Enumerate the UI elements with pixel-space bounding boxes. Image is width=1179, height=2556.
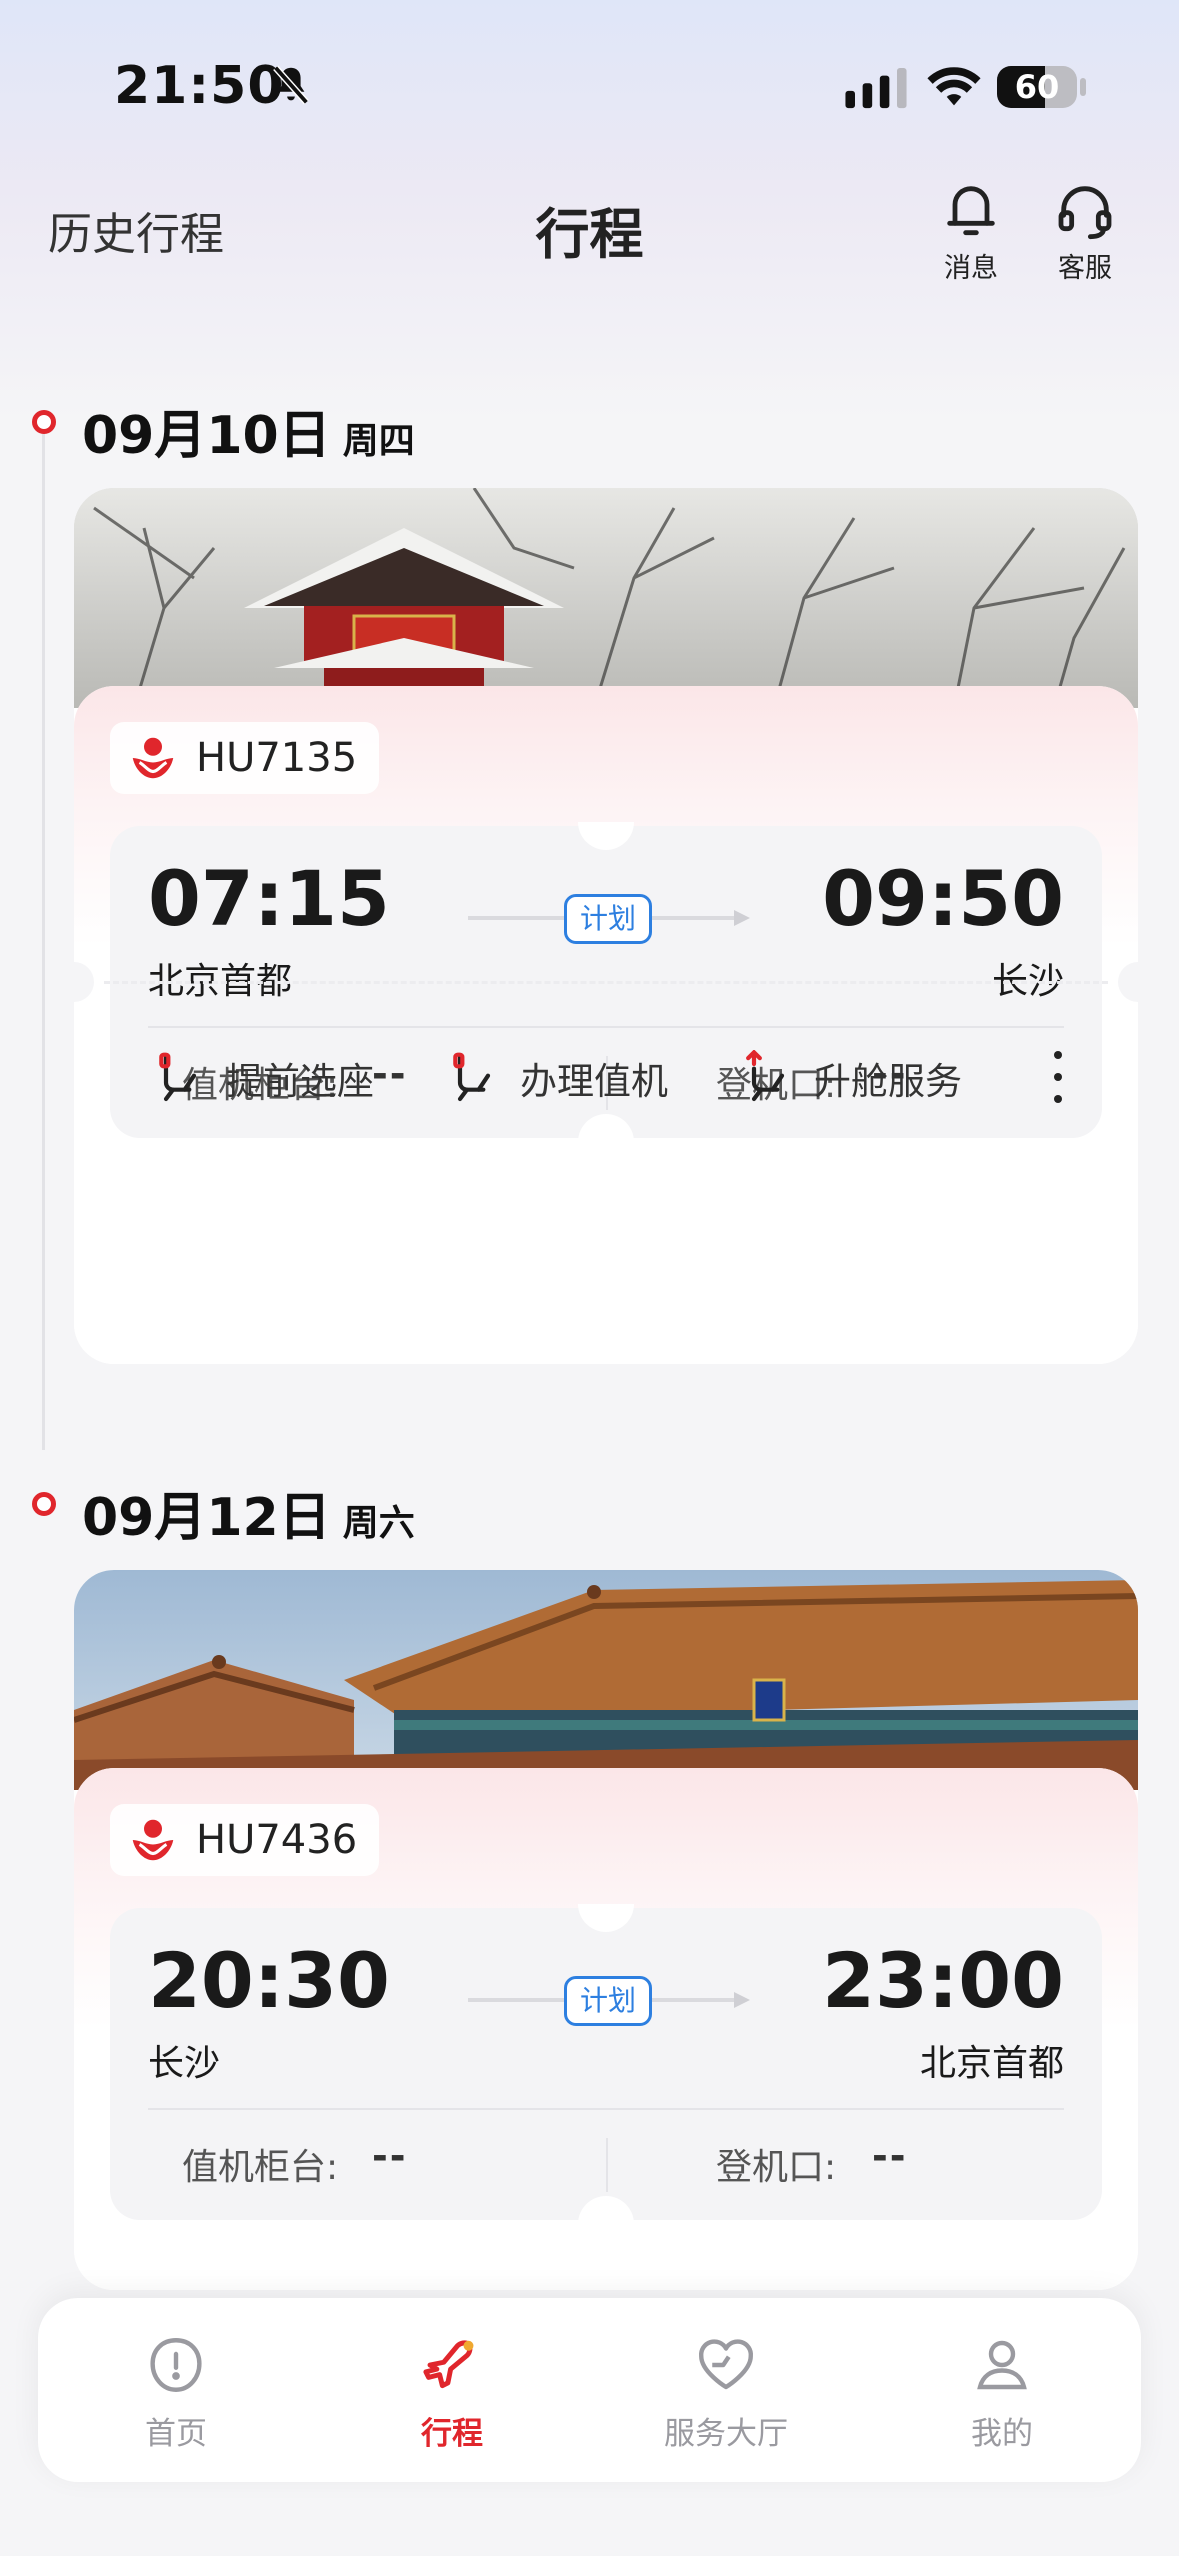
timeline-line xyxy=(42,430,45,1450)
tab-profile-label: 我的 xyxy=(971,2416,1033,2452)
status-time: 21:50 xyxy=(114,56,285,116)
messages-button[interactable]: 消息 xyxy=(916,170,1026,290)
ticket-notch xyxy=(578,822,634,850)
trip-date-day: 09月12日 xyxy=(82,1488,331,1548)
route-arrow-icon xyxy=(734,910,750,926)
battery-icon: 60 xyxy=(997,66,1077,108)
seat-icon xyxy=(159,1052,197,1102)
flight-status-badge: 计划 xyxy=(564,894,652,944)
trip-card-body: HU7135 07:15 09:50 计划 北京首都 长沙 值机柜台: -- 登… xyxy=(74,686,1138,1364)
divider xyxy=(148,1026,1064,1028)
checkin-label: 办理值机 xyxy=(520,1060,668,1103)
home-icon xyxy=(150,2338,202,2392)
messages-label: 消息 xyxy=(944,253,998,284)
trip-date: 09月12日 周六 xyxy=(82,1475,415,1550)
service-label: 客服 xyxy=(1058,253,1112,284)
destination-photo-snow-pavilion xyxy=(74,488,1138,708)
more-options-icon[interactable] xyxy=(1048,1051,1068,1111)
trip-card-body: HU7436 20:30 23:00 计划 长沙 北京首都 值机柜台: -- 登… xyxy=(74,1768,1138,2290)
tab-service-hall[interactable]: 服务大厅 xyxy=(626,2320,826,2470)
upgrade-service-label: 升舱服务 xyxy=(814,1060,962,1103)
wifi-icon xyxy=(927,67,981,106)
trip-card[interactable]: HU7135 07:15 09:50 计划 北京首都 长沙 值机柜台: -- 登… xyxy=(74,488,1138,1364)
profile-icon xyxy=(977,2340,1027,2390)
trip-date-weekday: 周四 xyxy=(342,421,415,462)
trip-date-weekday: 周六 xyxy=(342,1503,415,1544)
plane-icon xyxy=(423,2340,474,2389)
destination-photo-forbidden-city xyxy=(74,1570,1138,1790)
headset-icon xyxy=(1058,186,1112,240)
gate-value: -- xyxy=(872,2134,908,2178)
upgrade-seat-icon xyxy=(746,1050,785,1102)
tab-trips-label: 行程 xyxy=(421,2416,483,2452)
arrival-city: 北京首都 xyxy=(919,2043,1064,2084)
departure-time: 20:30 xyxy=(148,1936,390,2025)
gate-label: 登机口: xyxy=(716,2147,837,2188)
tab-home-label: 首页 xyxy=(145,2416,207,2452)
ticket-notch xyxy=(578,2196,634,2224)
divider xyxy=(606,2138,608,2192)
trip-card[interactable]: HU7436 20:30 23:00 计划 长沙 北京首都 值机柜台: -- 登… xyxy=(74,1570,1138,2290)
hainan-airlines-logo-icon xyxy=(132,737,174,779)
customer-service-button[interactable]: 客服 xyxy=(1030,170,1140,290)
checkin-button[interactable]: 办理值机 xyxy=(446,1033,668,1123)
departure-time: 07:15 xyxy=(148,854,390,943)
service-heart-icon xyxy=(699,2339,753,2390)
tab-service-hall-label: 服务大厅 xyxy=(664,2416,788,2452)
departure-city: 长沙 xyxy=(148,2043,221,2084)
seat-icon xyxy=(453,1052,491,1102)
ticket-notch xyxy=(578,1904,634,1932)
tab-trips[interactable]: 行程 xyxy=(352,2320,552,2470)
arrival-city: 长沙 xyxy=(991,961,1064,1002)
seat-selection-button[interactable]: 提前选座 xyxy=(152,1033,374,1123)
signal-icon xyxy=(845,68,907,109)
battery-level-text: 60 xyxy=(1014,68,1060,106)
arrival-time: 23:00 xyxy=(822,1936,1064,2025)
hainan-airlines-logo-icon xyxy=(132,1819,174,1861)
battery-nub xyxy=(1080,78,1086,96)
bell-icon xyxy=(947,186,995,236)
trip-date-day: 09月10日 xyxy=(82,406,331,466)
checkin-counter-label: 值机柜台: xyxy=(182,2147,339,2188)
upgrade-service-button[interactable]: 升舱服务 xyxy=(740,1033,962,1123)
trip-date: 09月10日 周四 xyxy=(82,393,415,468)
bell-off-icon xyxy=(273,65,309,105)
divider xyxy=(148,2108,1064,2110)
ticket-tear-line xyxy=(104,981,1108,984)
status-bar: 21:50 60 xyxy=(0,0,1179,170)
route-arrow-icon xyxy=(734,1992,750,2008)
timeline-dot xyxy=(32,410,56,434)
departure-city: 北京首都 xyxy=(148,961,293,1002)
seat-selection-label: 提前选座 xyxy=(226,1060,374,1103)
flight-number-badge: HU7436 xyxy=(110,1804,380,1876)
flight-status-badge: 计划 xyxy=(564,1976,652,2026)
arrival-time: 09:50 xyxy=(822,854,1064,943)
tab-home[interactable]: 首页 xyxy=(76,2320,276,2470)
tab-profile[interactable]: 我的 xyxy=(902,2320,1102,2470)
checkin-counter-value: -- xyxy=(372,2134,408,2178)
timeline-dot xyxy=(32,1492,56,1516)
flight-number: HU7436 xyxy=(196,1817,358,1863)
trip-actions: 提前选座 办理值机 升舱服务 xyxy=(74,1033,1138,1123)
flight-info-panel[interactable]: 20:30 23:00 计划 长沙 北京首都 值机柜台: -- 登机口: -- xyxy=(110,1904,1102,2224)
flight-number: HU7135 xyxy=(196,735,358,781)
flight-number-badge: HU7135 xyxy=(110,722,380,794)
